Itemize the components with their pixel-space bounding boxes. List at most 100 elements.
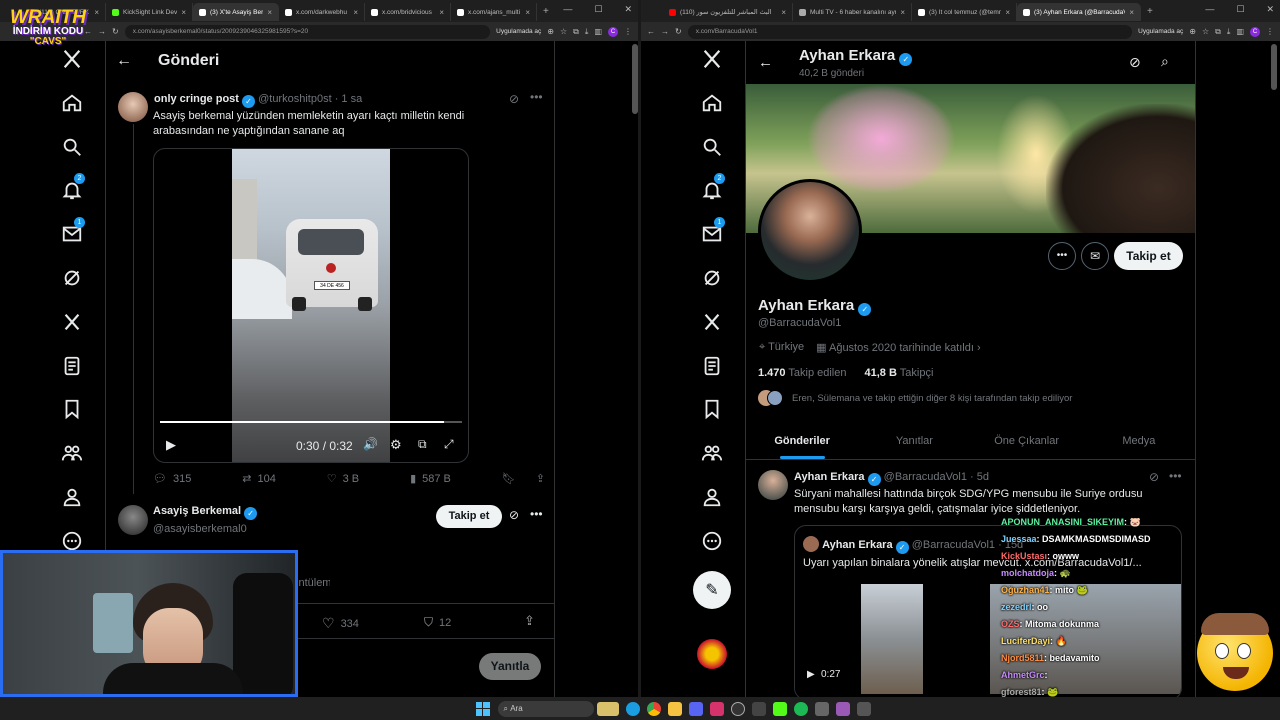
tab-close-icon[interactable]: × — [781, 8, 786, 17]
lists-icon[interactable] — [694, 348, 730, 384]
profile-tab[interactable]: Öne Çıkanlar — [971, 422, 1083, 459]
zoom-icon[interactable]: ⊕ — [547, 27, 554, 36]
tweet-video[interactable]: 34 DE 456 ▶ 0:30 / 0:32 🔊 ⚙ ⧉ ⤢ — [153, 148, 469, 463]
grok-explain-icon[interactable]: ⊘ — [1149, 470, 1159, 484]
tab-close-icon[interactable]: × — [353, 8, 358, 17]
back-icon[interactable]: ← — [647, 27, 655, 36]
premium-x-icon[interactable] — [54, 304, 90, 340]
download-icon[interactable]: ⤓ — [585, 27, 589, 37]
profile-tab[interactable]: Gönderiler — [746, 422, 858, 459]
star-icon[interactable]: ☆ — [560, 27, 567, 36]
forward-icon[interactable]: → — [661, 27, 669, 36]
reply-more-icon[interactable]: ••• — [530, 507, 543, 521]
browser-tab[interactable]: (3) It col temmuz (@temmuz1) × — [912, 3, 1017, 21]
open-in-app-button[interactable]: Uygulamada aç — [496, 28, 541, 35]
kick-icon[interactable] — [773, 701, 787, 716]
grok-explain-icon[interactable]: ⊘ — [509, 92, 519, 106]
menu-icon[interactable]: ⋮ — [624, 27, 632, 36]
post-author-name[interactable]: Ayhan Erkara — [794, 471, 865, 483]
communities-icon[interactable] — [694, 435, 730, 471]
tab-close-icon[interactable]: × — [900, 8, 905, 17]
tab-close-icon[interactable]: × — [439, 8, 444, 17]
messages-envelope-icon[interactable]: 1 — [694, 216, 730, 252]
tab-close-icon[interactable]: × — [525, 8, 530, 17]
home-icon[interactable] — [694, 85, 730, 121]
explore-search-icon[interactable] — [694, 129, 730, 165]
quoted-bookmark-action[interactable]: ⛉ 12 — [424, 615, 451, 630]
retweet-action[interactable]: ⇄ 104 — [242, 472, 276, 486]
more-circle-icon[interactable] — [694, 523, 730, 559]
maximize-icon[interactable]: ☐ — [1236, 4, 1244, 15]
reload-icon[interactable]: ↻ — [112, 27, 119, 36]
forward-icon[interactable]: → — [98, 27, 106, 36]
profile-icon[interactable] — [694, 479, 730, 515]
widgets-icon[interactable] — [597, 701, 619, 716]
browser-tab[interactable]: (3) Ayhan Erkara (@BarracudaV × — [1017, 3, 1141, 21]
tweet-author-name[interactable]: only cringe post — [154, 93, 239, 105]
grok-icon[interactable] — [54, 260, 90, 296]
message-button[interactable]: ✉ — [1081, 242, 1109, 270]
account-avatar[interactable] — [697, 638, 727, 669]
tab-close-icon[interactable]: × — [267, 8, 272, 17]
edge-icon[interactable] — [626, 701, 640, 716]
volume-icon[interactable]: 🔊 — [363, 437, 378, 451]
extensions-icon[interactable]: ⧉ — [1215, 27, 1221, 37]
browser-tab[interactable]: x.com/bridvicious × — [365, 3, 451, 21]
reply-author-name[interactable]: Asayiş Berkemal — [153, 505, 241, 517]
premium-x-icon[interactable] — [694, 304, 730, 340]
close-window-icon[interactable]: ✕ — [1266, 4, 1274, 15]
play-icon[interactable]: ▶ — [807, 669, 815, 680]
lists-icon[interactable] — [54, 348, 90, 384]
notifications-bell-icon[interactable]: 2 — [54, 172, 90, 208]
more-options-button[interactable]: ••• — [1048, 242, 1076, 270]
tab-close-icon[interactable]: × — [1005, 8, 1010, 17]
tweet-more-icon[interactable]: ••• — [530, 90, 543, 104]
bookmarks-icon[interactable] — [694, 391, 730, 427]
compose-post-button[interactable]: ✎ — [693, 570, 731, 609]
app-icon[interactable] — [710, 701, 724, 716]
app-icon-3[interactable] — [815, 701, 829, 716]
profile-icon[interactable] — [54, 479, 90, 515]
minimize-icon[interactable]: — — [563, 4, 572, 15]
app-icon-2[interactable] — [752, 701, 766, 716]
explore-search-icon[interactable] — [54, 129, 90, 165]
share-icon[interactable]: ⇪ — [536, 472, 545, 485]
profile-follow-button[interactable]: Takip et — [1114, 242, 1183, 270]
url-field[interactable]: x.com/BarracudaVol1 — [687, 24, 1133, 39]
bookmark-icon[interactable]: 🔖︎ — [502, 472, 516, 485]
star-icon[interactable]: ☆ — [1202, 27, 1209, 36]
tab-close-icon[interactable]: × — [94, 8, 99, 17]
maximize-icon[interactable]: ☐ — [594, 4, 602, 15]
followed-by-row[interactable]: Eren, Sülemana ve takip ettiğin diğer 8 … — [758, 390, 1072, 406]
right-scrollbar[interactable] — [1271, 44, 1277, 90]
follow-button[interactable]: Takip et — [436, 505, 502, 528]
tweet-time[interactable]: · 1 sa — [335, 93, 363, 105]
explorer-icon[interactable] — [668, 701, 682, 716]
search-icon[interactable]: ⌕ — [1161, 53, 1169, 70]
reply-button[interactable]: Yanıtla — [479, 653, 541, 680]
browser-tab[interactable]: Multi TV - 6 haber kanalını aynı × — [793, 3, 912, 21]
tweet-avatar[interactable] — [118, 92, 148, 122]
obs-icon[interactable] — [731, 701, 745, 716]
grok-icon-header[interactable]: ⊘ — [1129, 54, 1141, 71]
split-icon[interactable]: ▥ — [1236, 27, 1244, 36]
reload-icon[interactable]: ↻ — [675, 27, 682, 36]
settings-gear-icon[interactable]: ⚙ — [390, 437, 402, 453]
post-time[interactable]: · 5d — [970, 471, 989, 483]
post-avatar[interactable] — [758, 470, 788, 500]
video-progress-track[interactable] — [160, 421, 462, 423]
fullscreen-icon[interactable]: ⤢ — [444, 437, 454, 452]
url-field[interactable]: x.com/asayisberkemal0/status/20092390463… — [124, 24, 491, 39]
profile-tab[interactable]: Medya — [1083, 422, 1195, 459]
app-icon-4[interactable] — [836, 701, 850, 716]
start-icon[interactable] — [475, 701, 490, 716]
post-more-icon[interactable]: ••• — [1169, 469, 1182, 483]
split-icon[interactable]: ▥ — [594, 27, 602, 36]
profile-avatar[interactable]: C — [608, 26, 618, 37]
back-arrow-icon[interactable]: ← — [116, 52, 132, 70]
extensions-icon[interactable]: ⧉ — [573, 27, 579, 37]
grok-icon[interactable] — [694, 260, 730, 296]
bookmarks-icon[interactable] — [54, 391, 90, 427]
like-action[interactable]: ♡ 3 B — [327, 472, 359, 486]
browser-tab[interactable]: (110) البث المباشر للتلفزيون سور × — [663, 3, 793, 21]
